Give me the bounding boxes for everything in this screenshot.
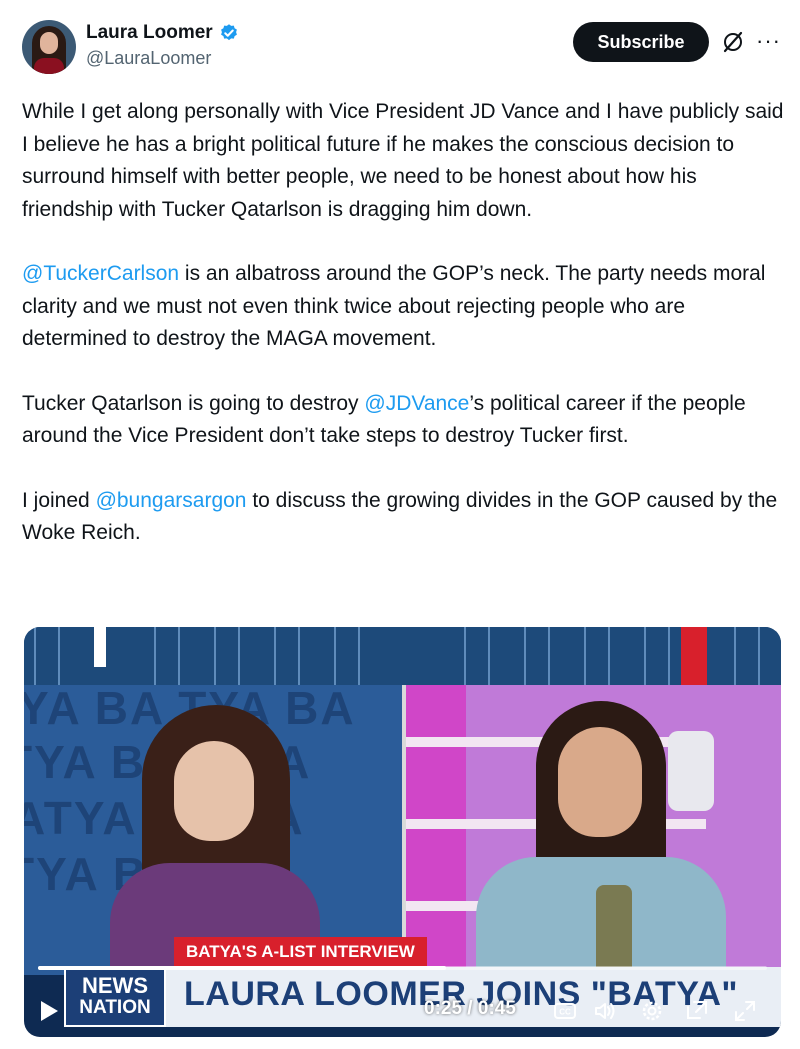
pip-icon[interactable] — [684, 998, 710, 1024]
studio-backdrop — [24, 627, 781, 687]
more-icon[interactable]: ··· — [756, 28, 781, 54]
tweet-text: While I get along personally with Vice P… — [22, 96, 784, 550]
tweet-paragraph: @TuckerCarlson is an albatross around th… — [22, 258, 784, 356]
tweet-paragraph: I joined @bungarsargon to discuss the gr… — [22, 485, 784, 550]
lower-third-label: BATYA'S A-LIST INTERVIEW — [174, 937, 427, 967]
player-controls: 0:25 / 0:45 CC — [24, 989, 781, 1033]
video-player[interactable]: YA BA TYA BA TYA BA A BA ATYA BA BA TYA … — [24, 627, 781, 1037]
grok-icon[interactable] — [721, 30, 745, 54]
tweet-text-span: I joined — [22, 488, 96, 512]
tweet-paragraph: While I get along personally with Vice P… — [22, 100, 790, 221]
time-display: 0:25 / 0:45 — [424, 998, 516, 1019]
avatar[interactable] — [22, 20, 76, 74]
mention-link[interactable]: @bungarsargon — [96, 489, 247, 512]
play-icon[interactable] — [38, 999, 60, 1023]
svg-text:CC: CC — [559, 1008, 571, 1017]
display-name[interactable]: Laura Loomer — [86, 22, 213, 44]
progress-bar[interactable] — [38, 966, 767, 970]
volume-icon[interactable] — [592, 998, 618, 1024]
mention-link[interactable]: @TuckerCarlson — [22, 262, 179, 285]
progress-fill — [38, 966, 447, 970]
mention-link[interactable]: @JDVance — [364, 392, 469, 415]
tweet-paragraph: Tucker Qatarlson is going to destroy @JD… — [22, 388, 784, 453]
tweet-text-span: Tucker Qatarlson is going to destroy — [22, 391, 365, 415]
tweet-header: Laura Loomer @LauraLoomer Subscribe ··· — [22, 20, 782, 80]
captions-icon[interactable]: CC — [552, 998, 578, 1024]
verified-badge-icon — [220, 24, 237, 41]
fullscreen-icon[interactable] — [732, 998, 758, 1024]
author-info: Laura Loomer @LauraLoomer — [86, 22, 239, 69]
subscribe-button[interactable]: Subscribe — [573, 22, 709, 62]
handle[interactable]: @LauraLoomer — [86, 48, 239, 69]
settings-icon[interactable] — [639, 998, 665, 1024]
host-video-pane: YA BA TYA BA TYA BA A BA ATYA BA BA TYA … — [24, 685, 402, 975]
guest-video-pane — [406, 685, 781, 975]
